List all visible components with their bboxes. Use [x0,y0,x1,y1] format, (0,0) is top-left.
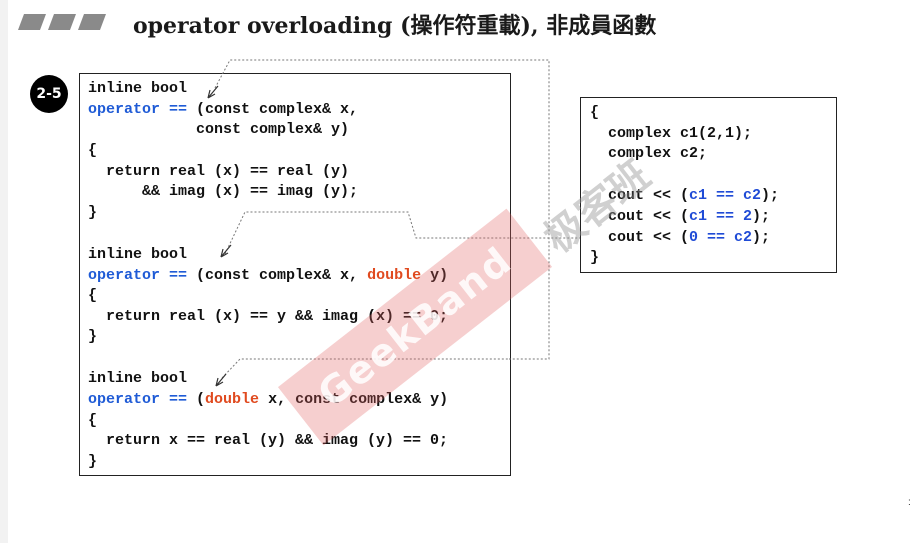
code-line: complex c1(2,1); [590,125,753,142]
code-line: inline bool [88,80,188,97]
code-text: ); [761,187,780,204]
code-text: (const complex& x, [187,101,359,118]
page-mark: : [908,497,911,508]
code-text: ); [752,229,771,246]
comparison-expr: 0 == c2 [689,229,753,246]
code-line: } [88,328,98,345]
code-line: operator == (double x, const complex& y) [88,390,448,411]
code-line: } [590,249,600,266]
comparison-expr: c1 == c2 [689,187,762,204]
code-text: ( [187,391,206,408]
code-line: { [88,412,98,429]
code-line: inline bool [88,370,188,387]
section-badge: 2-5 [30,75,68,113]
code-line: && imag (x) == imag (y); [88,183,359,200]
code-line: { [88,142,98,159]
left-margin-strip [0,0,8,543]
code-line: return x == real (y) && imag (y) == 0; [88,432,449,449]
code-line: operator == (const complex& x, double y) [88,266,448,287]
code-line: operator == (const complex& x, [88,100,358,121]
code-line: return real (x) == real (y) [88,163,350,180]
operator-keyword: operator == [88,101,188,118]
code-line: const complex& y) [88,121,350,138]
code-line: } [88,204,98,221]
code-line: inline bool [88,246,188,263]
slide-title: operator overloading (操作符重載), 非成員函數 [133,13,657,39]
double-keyword: double [205,391,260,408]
code-text: ); [752,208,771,225]
code-line: { [88,287,98,304]
code-line: } [88,453,98,470]
operator-keyword: operator == [88,391,188,408]
code-text: (const complex& x, [187,267,368,284]
title-bullet-bars [18,14,106,30]
operator-keyword: operator == [88,267,188,284]
code-line: cout << (0 == c2); [590,228,770,249]
code-line: { [590,104,600,121]
comparison-expr: c1 == 2 [689,208,753,225]
